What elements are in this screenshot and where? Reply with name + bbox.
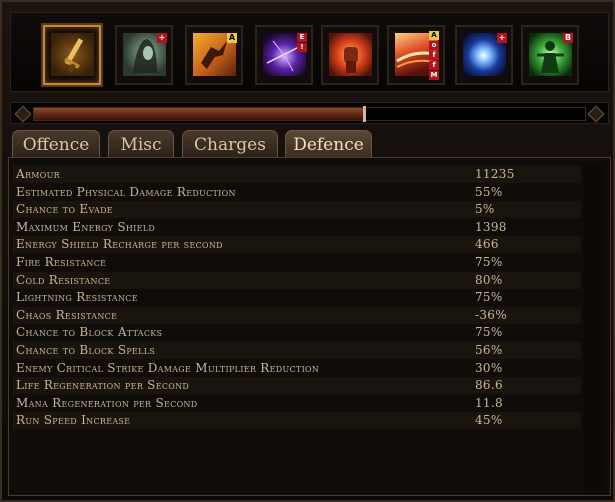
bar-right-cap bbox=[587, 105, 605, 123]
experience-track bbox=[33, 106, 586, 122]
skill-slot-1[interactable] bbox=[43, 25, 101, 85]
defence-stats-panel: Armour 11235 Estimated Physical Damage Red… bbox=[8, 157, 611, 496]
character-stats-window: + A E ! A o f f M + B Offence Misc Charg… bbox=[0, 0, 615, 502]
stat-value: 55% bbox=[475, 184, 503, 199]
skill-slot-4[interactable]: E ! bbox=[255, 25, 313, 85]
stat-label: Mana Regeneration per Second bbox=[16, 395, 198, 410]
stat-value: -36% bbox=[475, 307, 507, 322]
stat-label: Enemy Critical Strike Damage Multiplier … bbox=[16, 360, 320, 375]
stat-row: Chance to Evade 5% bbox=[13, 201, 581, 219]
stat-label: Estimated Physical Damage Reduction bbox=[16, 184, 236, 199]
tab-defence[interactable]: Defence bbox=[285, 130, 372, 158]
stat-label: Fire Resistance bbox=[16, 255, 107, 269]
stat-label: Energy Shield Recharge per second bbox=[16, 237, 223, 252]
stat-label: Cold Resistance bbox=[16, 272, 111, 287]
stat-row: Run Speed Increase 45% bbox=[13, 412, 581, 430]
stat-value: 30% bbox=[475, 360, 503, 375]
stat-row: Chance to Block Attacks 75% bbox=[13, 324, 581, 341]
scrollbar[interactable] bbox=[584, 162, 606, 491]
stat-row: Chance to Block Spells 56% bbox=[13, 342, 581, 359]
stat-value: 45% bbox=[475, 413, 503, 428]
stat-value: 11.8 bbox=[475, 395, 503, 410]
stat-value: 5% bbox=[475, 202, 495, 217]
stat-row: Armour 11235 bbox=[13, 166, 581, 183]
skill-bar: + A E ! A o f f M + B bbox=[10, 12, 609, 92]
stat-row: Chaos Resistance -36% bbox=[13, 306, 581, 324]
skill-tags: A o f f M bbox=[429, 31, 439, 80]
skill-tag: B bbox=[563, 33, 573, 43]
stat-label: Chance to Block Spells bbox=[16, 343, 156, 357]
stat-value: 466 bbox=[475, 237, 499, 252]
stat-value: 86.6 bbox=[475, 378, 503, 393]
stat-row: Estimated Physical Damage Reduction 55% bbox=[13, 184, 581, 201]
stat-label: Lightning Resistance bbox=[16, 290, 138, 305]
stat-value: 75% bbox=[475, 255, 503, 269]
tab-offence[interactable]: Offence bbox=[12, 130, 100, 158]
fire-fist-skill-icon bbox=[329, 33, 372, 76]
sword-skill-icon bbox=[51, 33, 94, 76]
skill-tag: A bbox=[227, 33, 237, 43]
stat-value: 80% bbox=[475, 272, 503, 287]
experience-fill bbox=[34, 108, 365, 120]
stat-value: 75% bbox=[475, 325, 503, 340]
skill-slot-8[interactable]: B bbox=[521, 25, 579, 85]
stat-label: Run Speed Increase bbox=[16, 413, 131, 428]
bar-left-cap bbox=[14, 105, 32, 123]
tab-charges[interactable]: Charges bbox=[182, 130, 278, 158]
stat-label: Chance to Evade bbox=[16, 202, 113, 217]
stat-label: Chance to Block Attacks bbox=[16, 325, 163, 340]
stat-row: Cold Resistance 80% bbox=[13, 271, 581, 289]
skill-slot-6[interactable]: A o f f M bbox=[387, 25, 445, 85]
stat-value: 56% bbox=[475, 343, 503, 357]
experience-marker bbox=[362, 106, 366, 122]
skill-slot-5[interactable] bbox=[321, 25, 379, 85]
stat-value: 1398 bbox=[475, 219, 507, 234]
stat-row: Enemy Critical Strike Damage Multiplier … bbox=[13, 360, 581, 377]
stat-label: Armour bbox=[16, 167, 61, 181]
skill-slot-2[interactable]: + bbox=[115, 25, 173, 85]
stat-value: 75% bbox=[475, 290, 503, 305]
stat-row: Maximum Energy Shield 1398 bbox=[13, 219, 581, 236]
stat-row: Lightning Resistance 75% bbox=[13, 289, 581, 306]
stat-row: Energy Shield Recharge per second 466 bbox=[13, 236, 581, 254]
tab-misc[interactable]: Misc bbox=[108, 130, 174, 158]
stat-value: 11235 bbox=[475, 167, 515, 181]
skill-slot-7[interactable]: + bbox=[455, 25, 513, 85]
stat-row: Fire Resistance 75% bbox=[13, 254, 581, 271]
stat-label: Life Regeneration per Second bbox=[16, 378, 190, 393]
stat-row: Mana Regeneration per Second 11.8 bbox=[13, 395, 581, 412]
stat-row: Life Regeneration per Second 86.6 bbox=[13, 377, 581, 395]
skill-slot-3[interactable]: A bbox=[185, 25, 243, 85]
skill-tag: + bbox=[497, 33, 507, 43]
skill-tag: + bbox=[157, 33, 167, 43]
experience-bar bbox=[10, 102, 609, 124]
skill-tags: E ! bbox=[297, 33, 308, 52]
stat-label: Maximum Energy Shield bbox=[16, 219, 156, 234]
stat-label: Chaos Resistance bbox=[16, 307, 118, 322]
